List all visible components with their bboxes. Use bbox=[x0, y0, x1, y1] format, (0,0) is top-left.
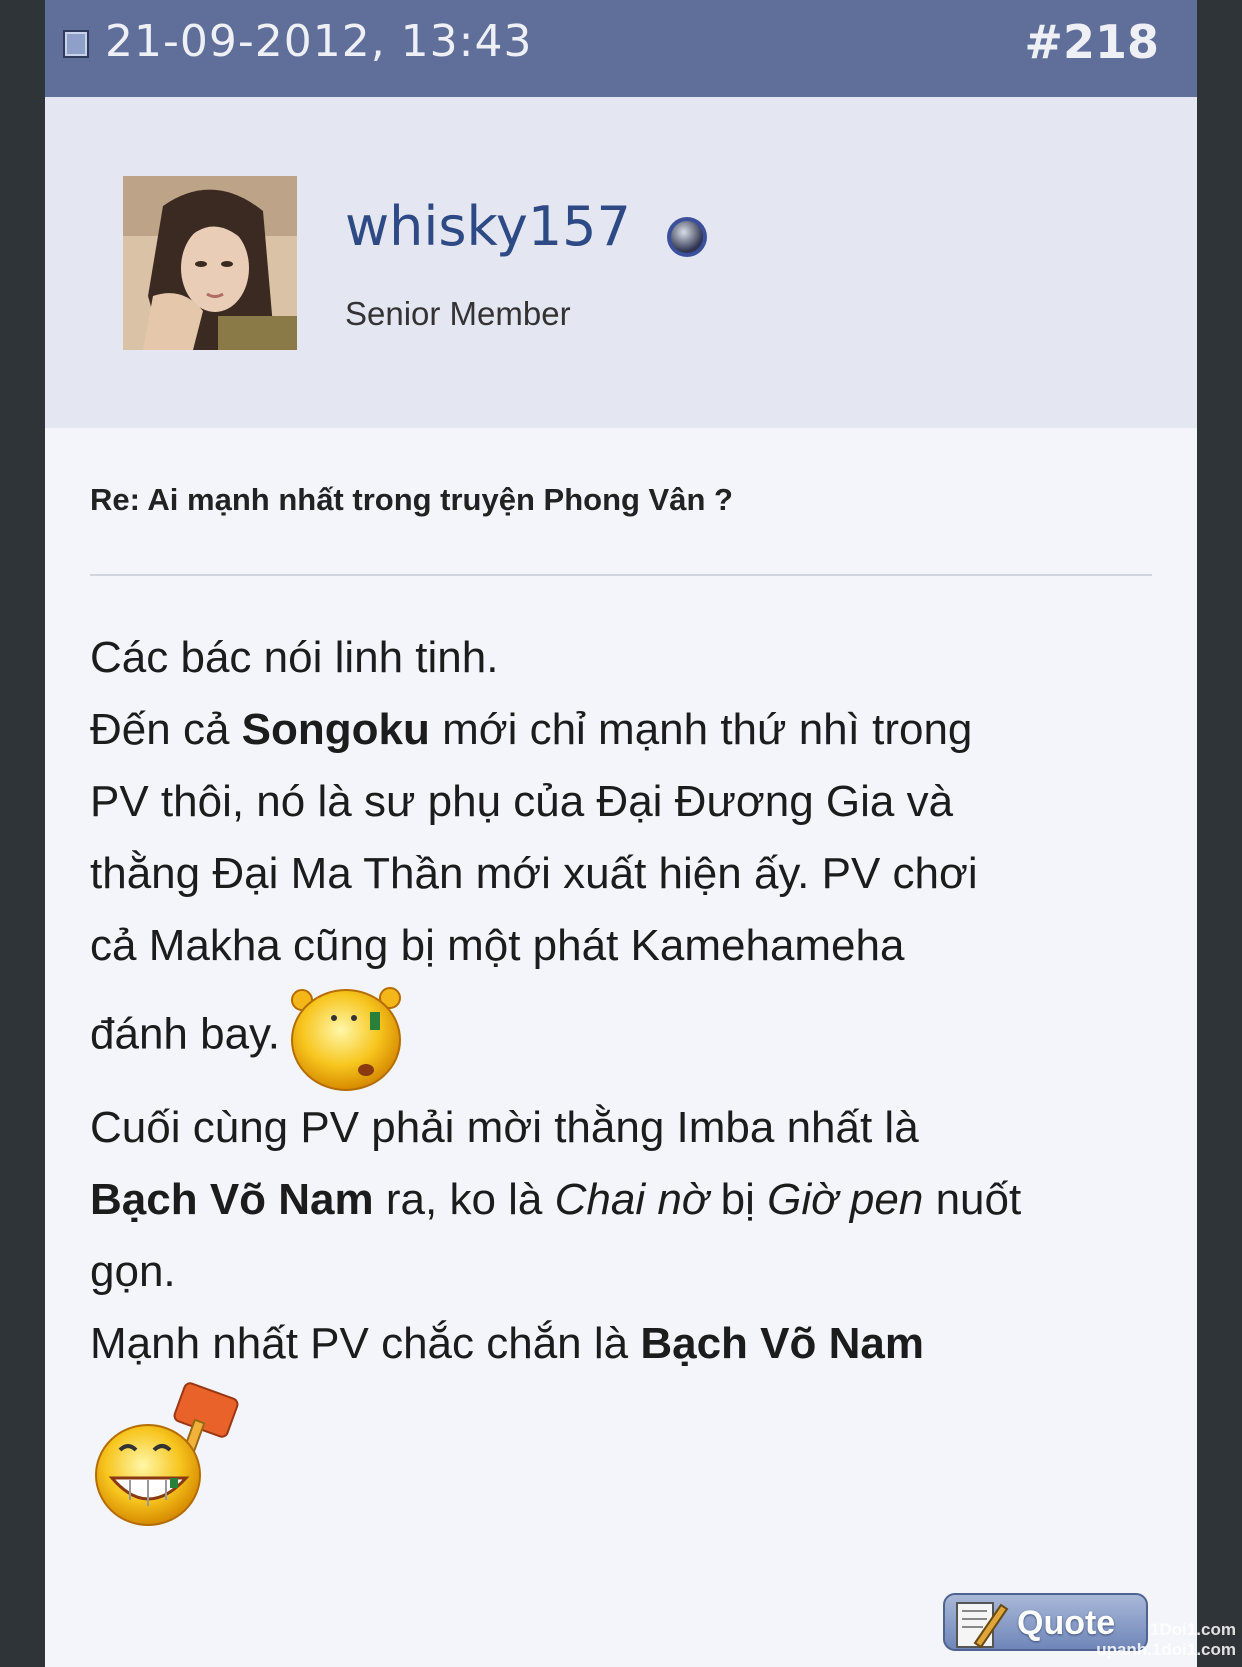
shocked-smiley-icon bbox=[291, 987, 402, 1091]
text: thằng Đại Ma Thần mới xuất hiện ấy. PV c… bbox=[90, 849, 978, 898]
avatar-image bbox=[123, 176, 297, 350]
watermark-line: 1Doi1.com bbox=[1150, 1620, 1236, 1639]
text: PV thôi, nó là sư phụ của Đại Đương Gia … bbox=[90, 777, 954, 826]
smiley-row bbox=[90, 1380, 1180, 1530]
post-title: Re: Ai mạnh nhất trong truyện Phong Vân … bbox=[90, 482, 733, 517]
text: mới chỉ mạnh thứ nhì trong bbox=[429, 705, 973, 754]
message-line: thằng Đại Ma Thần mới xuất hiện ấy. PV c… bbox=[90, 838, 1180, 910]
offline-status-icon bbox=[667, 217, 707, 257]
message-line: Đến cả Songoku mới chỉ mạnh thứ nhì tron… bbox=[90, 694, 1180, 766]
post-message: Các bác nói linh tinh. Đến cả Songoku mớ… bbox=[90, 622, 1180, 1530]
text: cả Makha cũng bị một phát Kamehameha bbox=[90, 921, 905, 970]
text: Đến cả bbox=[90, 705, 242, 754]
message-line: gọn. bbox=[90, 1236, 1180, 1308]
username-link[interactable]: whisky157 bbox=[345, 192, 631, 262]
text: Mạnh nhất PV chắc chắn là bbox=[90, 1319, 641, 1368]
message-line: Cuối cùng PV phải mời thằng Imba nhất là bbox=[90, 1092, 1180, 1164]
message-line: Bạch Võ Nam ra, ko là Chai nờ bị Giờ pen… bbox=[90, 1164, 1180, 1236]
text: nuốt bbox=[923, 1175, 1022, 1224]
italic-text: Giờ pen bbox=[767, 1175, 924, 1224]
message-line: Các bác nói linh tinh. bbox=[90, 622, 1180, 694]
text: ra, ko là bbox=[373, 1175, 555, 1224]
forum-post: 21-09-2012, 13:43 #218 whisky157 Senior … bbox=[45, 0, 1197, 1667]
user-title: Senior Member bbox=[345, 295, 571, 332]
text: bị bbox=[708, 1175, 768, 1224]
watermark-line: upanh.1doi1.com bbox=[1096, 1640, 1236, 1659]
message-line: Mạnh nhất PV chắc chắn là Bạch Võ Nam bbox=[90, 1308, 1180, 1380]
post-icon bbox=[63, 30, 89, 58]
divider bbox=[90, 574, 1152, 576]
text: Các bác nói linh tinh. bbox=[90, 633, 499, 682]
message-line: đánh bay. bbox=[90, 982, 1180, 1092]
message-line: cả Makha cũng bị một phát Kamehameha bbox=[90, 910, 1180, 982]
text: Cuối cùng PV phải mời thằng Imba nhất là bbox=[90, 1103, 919, 1152]
message-line: PV thôi, nó là sư phụ của Đại Đương Gia … bbox=[90, 766, 1180, 838]
watermark: 1Doi1.com upanh.1doi1.com bbox=[1096, 1620, 1236, 1660]
quote-icon bbox=[956, 1602, 1009, 1649]
avatar[interactable] bbox=[123, 176, 297, 350]
post-content: Re: Ai mạnh nhất trong truyện Phong Vân … bbox=[45, 428, 1197, 1667]
post-header: 21-09-2012, 13:43 #218 bbox=[45, 0, 1197, 97]
italic-text: Chai nờ bbox=[554, 1175, 709, 1224]
user-info-panel: whisky157 Senior Member bbox=[45, 97, 1197, 428]
text: đánh bay. bbox=[90, 1009, 281, 1059]
bold-text: Songoku bbox=[241, 705, 430, 754]
text: gọn. bbox=[90, 1247, 176, 1296]
post-number-link[interactable]: #218 bbox=[1024, 12, 1159, 72]
hammer-smiley-icon bbox=[95, 1382, 239, 1526]
bold-text: Bạch Võ Nam bbox=[90, 1175, 374, 1224]
bold-text: Bạch Võ Nam bbox=[640, 1319, 924, 1368]
post-date: 21-09-2012, 13:43 bbox=[105, 16, 533, 67]
